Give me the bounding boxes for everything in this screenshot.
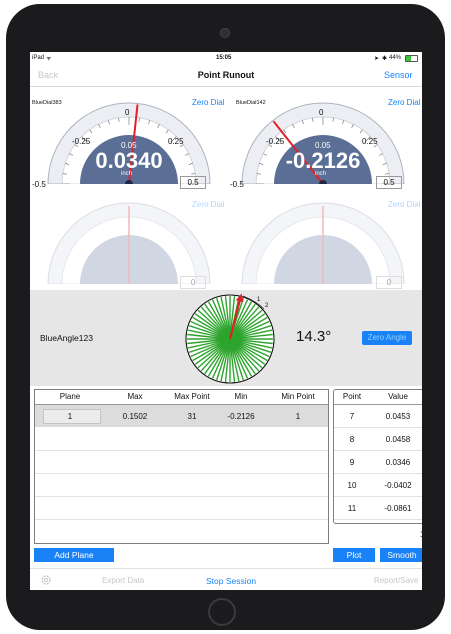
dial-gauge-3: Zero Dial 0 xyxy=(30,192,226,290)
bottom-toolbar: Export Data Stop Session Report/Save xyxy=(30,568,422,590)
row-divider xyxy=(35,450,328,451)
dial-face-inactive xyxy=(47,202,211,284)
tick-label-left: -0.25 xyxy=(72,137,91,146)
cell-min-point: 1 xyxy=(295,412,301,421)
stop-session-button[interactable]: Stop Session xyxy=(206,576,256,586)
sensor-button[interactable]: Sensor xyxy=(384,70,413,80)
angle-sensor-name: BlueAngle123 xyxy=(40,333,93,343)
status-bar: iPad ᯤ 15:05 ➤ ✱ 44% xyxy=(30,52,422,64)
cell-min: -0.2126 xyxy=(227,412,255,421)
battery-fill xyxy=(406,56,411,61)
plot-button[interactable]: Plot xyxy=(333,548,375,562)
page-title: Point Runout xyxy=(197,70,255,80)
zero-angle-button[interactable]: Zero Angle xyxy=(362,331,412,345)
row-divider xyxy=(35,473,328,474)
battery-percent: 44% xyxy=(389,55,402,61)
header-min: Min xyxy=(234,392,248,401)
tick-label-center: 0 xyxy=(319,108,324,117)
dial-max: 0.5 xyxy=(180,176,206,189)
header-min-point: Min Point xyxy=(281,392,315,401)
cell-point: 10 xyxy=(347,481,357,490)
report-save-button[interactable]: Report/Save xyxy=(374,576,418,585)
cell-value: -0.0861 xyxy=(384,504,412,513)
header-point: Point xyxy=(342,392,362,401)
header-max: Max xyxy=(127,392,143,401)
battery-icon xyxy=(405,55,418,62)
bluetooth-icon: ✱ xyxy=(382,56,388,62)
angle-tick-1: 1 xyxy=(257,297,261,303)
point-row[interactable]: 8 0.0458 xyxy=(334,428,422,451)
point-row[interactable]: 11 -0.0861 xyxy=(334,497,422,520)
point-row[interactable]: 9 0.0346 xyxy=(334,451,422,474)
angle-value: 14.3° xyxy=(296,328,332,345)
dial-unit: inch xyxy=(121,171,133,177)
plane-table-header: Plane Max Max Point Min Min Point xyxy=(35,390,328,405)
angle-panel: BlueAngle123 1 2 14.3° Zero Angle xyxy=(30,290,422,386)
cell-value: 0.0458 xyxy=(385,435,411,444)
table-row[interactable]: 1 0.1502 31 -0.2126 1 xyxy=(35,405,328,427)
add-plane-button[interactable]: Add Plane xyxy=(34,548,114,562)
cell-point: 11 xyxy=(347,504,357,513)
dial-gauge-4: Zero Dial 0 xyxy=(226,192,422,290)
tick-label-right: 0.25 xyxy=(168,137,184,146)
cell-plane: 1 xyxy=(67,412,73,421)
dial-max: 0.5 xyxy=(376,176,402,189)
cell-point: 9 xyxy=(349,458,355,467)
front-camera xyxy=(220,28,230,38)
dial-min: -0.5 xyxy=(32,180,46,189)
header-value: Value xyxy=(388,392,408,401)
home-button[interactable] xyxy=(208,598,236,626)
plane-table: Plane Max Max Point Min Min Point 1 0.15… xyxy=(34,389,329,544)
tick-label-left: -0.25 xyxy=(266,137,285,146)
row-divider xyxy=(35,519,328,520)
export-data-button[interactable]: Export Data xyxy=(102,576,144,585)
point-row[interactable]: 10 -0.0402 xyxy=(334,474,422,497)
dial-min: -0.5 xyxy=(230,180,244,189)
cell-value: -0.0402 xyxy=(384,481,412,490)
point-row[interactable]: 7 0.0453 xyxy=(334,405,422,428)
cell-max-point: 31 xyxy=(187,412,197,421)
tick-label-right: 0.25 xyxy=(362,137,378,146)
location-icon: ➤ xyxy=(374,56,380,62)
clock: 15:05 xyxy=(216,55,232,61)
angle-tick-2: 2 xyxy=(265,303,269,309)
wifi-icon: ᯤ xyxy=(46,56,52,62)
navigation-bar: Back Point Runout Sensor xyxy=(30,64,422,87)
smooth-button[interactable]: Smooth xyxy=(380,548,422,562)
point-table: Point Value 7 0.0453 8 0.0458 9 0.0346 10 -0.04… xyxy=(333,389,422,524)
cell-max: 0.1502 xyxy=(122,412,148,421)
point-table-header: Point Value xyxy=(334,390,422,405)
tick-label-center: 0 xyxy=(125,108,130,117)
row-divider xyxy=(35,496,328,497)
dial-unit: inch xyxy=(315,171,327,177)
dial-max: 0 xyxy=(180,276,206,289)
cell-point: 8 xyxy=(349,435,355,444)
dial-face-inactive xyxy=(241,202,405,284)
dial-max: 0 xyxy=(376,276,402,289)
gear-icon[interactable] xyxy=(40,574,52,586)
cell-value: 0.0346 xyxy=(385,458,411,467)
cell-point: 7 xyxy=(349,412,355,421)
header-plane: Plane xyxy=(59,392,81,401)
cell-value: 0.0453 xyxy=(385,412,411,421)
app-screen: iPad ᯤ 15:05 ➤ ✱ 44% Back Point Runout S… xyxy=(30,52,422,590)
dial-gauge-2: BlueDial142 Zero Dial 0 -0.25 0.25 0.05 … xyxy=(226,86,422,190)
header-max-point: Max Point xyxy=(174,392,210,401)
device-label: iPad xyxy=(32,55,45,61)
page-number: 1 xyxy=(420,530,422,539)
dial-gauge-1: BlueDial383 Zero Dial 0 -0.25 0.25 0.05 … xyxy=(30,86,226,190)
